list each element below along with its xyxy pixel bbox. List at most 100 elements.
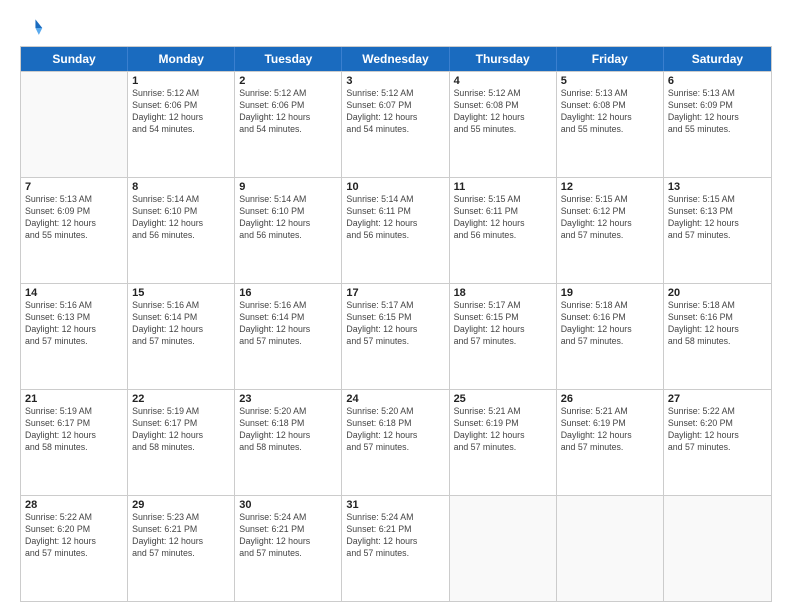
page: SundayMondayTuesdayWednesdayThursdayFrid… — [0, 0, 792, 612]
cell-info: Sunrise: 5:17 AM Sunset: 6:15 PM Dayligh… — [346, 300, 444, 348]
cell-day-number: 4 — [454, 75, 552, 87]
calendar-row: 7Sunrise: 5:13 AM Sunset: 6:09 PM Daylig… — [21, 177, 771, 283]
cell-day-number: 13 — [668, 181, 767, 193]
cell-day-number: 11 — [454, 181, 552, 193]
cell-day-number: 26 — [561, 393, 659, 405]
cell-info: Sunrise: 5:24 AM Sunset: 6:21 PM Dayligh… — [346, 512, 444, 560]
calendar-row: 21Sunrise: 5:19 AM Sunset: 6:17 PM Dayli… — [21, 389, 771, 495]
header-cell-tuesday: Tuesday — [235, 47, 342, 71]
cell-day-number: 1 — [132, 75, 230, 87]
cell-day-number: 9 — [239, 181, 337, 193]
calendar-cell: 30Sunrise: 5:24 AM Sunset: 6:21 PM Dayli… — [235, 496, 342, 601]
calendar-header: SundayMondayTuesdayWednesdayThursdayFrid… — [21, 47, 771, 71]
header — [20, 16, 772, 40]
cell-day-number: 29 — [132, 499, 230, 511]
calendar-cell: 26Sunrise: 5:21 AM Sunset: 6:19 PM Dayli… — [557, 390, 664, 495]
cell-info: Sunrise: 5:16 AM Sunset: 6:13 PM Dayligh… — [25, 300, 123, 348]
cell-day-number: 5 — [561, 75, 659, 87]
calendar-body: 1 Sunrise: 5:12 AM Sunset: 6:06 PM Daylig… — [21, 71, 771, 601]
header-cell-monday: Monday — [128, 47, 235, 71]
calendar-cell: 31Sunrise: 5:24 AM Sunset: 6:21 PM Dayli… — [342, 496, 449, 601]
cell-info: Sunrise: 5:12 AM Sunset: 6:06 PM Dayligh… — [239, 88, 337, 136]
header-cell-sunday: Sunday — [21, 47, 128, 71]
calendar-cell: 6Sunrise: 5:13 AM Sunset: 6:09 PM Daylig… — [664, 72, 771, 177]
cell-day-number: 21 — [25, 393, 123, 405]
calendar-cell: 5Sunrise: 5:13 AM Sunset: 6:08 PM Daylig… — [557, 72, 664, 177]
cell-day-number: 12 — [561, 181, 659, 193]
calendar-cell: 27Sunrise: 5:22 AM Sunset: 6:20 PM Dayli… — [664, 390, 771, 495]
cell-day-number: 19 — [561, 287, 659, 299]
calendar-cell: 11Sunrise: 5:15 AM Sunset: 6:11 PM Dayli… — [450, 178, 557, 283]
header-cell-friday: Friday — [557, 47, 664, 71]
cell-day-number: 27 — [668, 393, 767, 405]
calendar-cell — [21, 72, 128, 177]
calendar-cell: 4Sunrise: 5:12 AM Sunset: 6:08 PM Daylig… — [450, 72, 557, 177]
cell-info: Sunrise: 5:16 AM Sunset: 6:14 PM Dayligh… — [239, 300, 337, 348]
cell-day-number: 31 — [346, 499, 444, 511]
cell-info: Sunrise: 5:19 AM Sunset: 6:17 PM Dayligh… — [132, 406, 230, 454]
header-cell-wednesday: Wednesday — [342, 47, 449, 71]
calendar-cell: 25Sunrise: 5:21 AM Sunset: 6:19 PM Dayli… — [450, 390, 557, 495]
header-cell-thursday: Thursday — [450, 47, 557, 71]
calendar-cell: 24Sunrise: 5:20 AM Sunset: 6:18 PM Dayli… — [342, 390, 449, 495]
cell-info: Sunrise: 5:22 AM Sunset: 6:20 PM Dayligh… — [668, 406, 767, 454]
calendar-cell: 21Sunrise: 5:19 AM Sunset: 6:17 PM Dayli… — [21, 390, 128, 495]
calendar-cell — [664, 496, 771, 601]
cell-info: Sunrise: 5:17 AM Sunset: 6:15 PM Dayligh… — [454, 300, 552, 348]
calendar-cell: 1Sunrise: 5:12 AM Sunset: 6:06 PM Daylig… — [128, 72, 235, 177]
calendar-cell: 9Sunrise: 5:14 AM Sunset: 6:10 PM Daylig… — [235, 178, 342, 283]
cell-info: Sunrise: 5:20 AM Sunset: 6:18 PM Dayligh… — [239, 406, 337, 454]
cell-info: Sunrise: 5:22 AM Sunset: 6:20 PM Dayligh… — [25, 512, 123, 560]
calendar-row: 14Sunrise: 5:16 AM Sunset: 6:13 PM Dayli… — [21, 283, 771, 389]
logo-icon — [20, 16, 44, 40]
cell-info: Sunrise: 5:18 AM Sunset: 6:16 PM Dayligh… — [668, 300, 767, 348]
calendar-cell: 14Sunrise: 5:16 AM Sunset: 6:13 PM Dayli… — [21, 284, 128, 389]
cell-day-number: 10 — [346, 181, 444, 193]
calendar-cell: 20Sunrise: 5:18 AM Sunset: 6:16 PM Dayli… — [664, 284, 771, 389]
logo — [20, 16, 48, 40]
cell-info: Sunrise: 5:21 AM Sunset: 6:19 PM Dayligh… — [454, 406, 552, 454]
calendar-cell: 29Sunrise: 5:23 AM Sunset: 6:21 PM Dayli… — [128, 496, 235, 601]
cell-info: Sunrise: 5:13 AM Sunset: 6:09 PM Dayligh… — [668, 88, 767, 136]
calendar: SundayMondayTuesdayWednesdayThursdayFrid… — [20, 46, 772, 602]
cell-day-number: 20 — [668, 287, 767, 299]
cell-info: Sunrise: 5:16 AM Sunset: 6:14 PM Dayligh… — [132, 300, 230, 348]
calendar-cell: 10Sunrise: 5:14 AM Sunset: 6:11 PM Dayli… — [342, 178, 449, 283]
calendar-cell: 19Sunrise: 5:18 AM Sunset: 6:16 PM Dayli… — [557, 284, 664, 389]
cell-info: Sunrise: 5:18 AM Sunset: 6:16 PM Dayligh… — [561, 300, 659, 348]
cell-day-number: 18 — [454, 287, 552, 299]
cell-info: Sunrise: 5:13 AM Sunset: 6:08 PM Dayligh… — [561, 88, 659, 136]
cell-day-number: 28 — [25, 499, 123, 511]
calendar-cell: 8Sunrise: 5:14 AM Sunset: 6:10 PM Daylig… — [128, 178, 235, 283]
cell-info: Sunrise: 5:12 AM Sunset: 6:07 PM Dayligh… — [346, 88, 444, 136]
cell-day-number: 14 — [25, 287, 123, 299]
header-cell-saturday: Saturday — [664, 47, 771, 71]
cell-info: Sunrise: 5:15 AM Sunset: 6:12 PM Dayligh… — [561, 194, 659, 242]
cell-info: Sunrise: 5:24 AM Sunset: 6:21 PM Dayligh… — [239, 512, 337, 560]
calendar-cell: 13Sunrise: 5:15 AM Sunset: 6:13 PM Dayli… — [664, 178, 771, 283]
cell-info: Sunrise: 5:12 AM Sunset: 6:08 PM Dayligh… — [454, 88, 552, 136]
calendar-cell — [450, 496, 557, 601]
cell-day-number: 16 — [239, 287, 337, 299]
cell-info: Sunrise: 5:14 AM Sunset: 6:11 PM Dayligh… — [346, 194, 444, 242]
cell-info: Sunrise: 5:13 AM Sunset: 6:09 PM Dayligh… — [25, 194, 123, 242]
cell-day-number: 2 — [239, 75, 337, 87]
calendar-cell: 23Sunrise: 5:20 AM Sunset: 6:18 PM Dayli… — [235, 390, 342, 495]
cell-info: Sunrise: 5:20 AM Sunset: 6:18 PM Dayligh… — [346, 406, 444, 454]
calendar-cell: 17Sunrise: 5:17 AM Sunset: 6:15 PM Dayli… — [342, 284, 449, 389]
calendar-cell: 3Sunrise: 5:12 AM Sunset: 6:07 PM Daylig… — [342, 72, 449, 177]
cell-day-number: 23 — [239, 393, 337, 405]
cell-day-number: 25 — [454, 393, 552, 405]
calendar-cell: 12Sunrise: 5:15 AM Sunset: 6:12 PM Dayli… — [557, 178, 664, 283]
cell-day-number: 17 — [346, 287, 444, 299]
calendar-cell — [557, 496, 664, 601]
calendar-cell: 15Sunrise: 5:16 AM Sunset: 6:14 PM Dayli… — [128, 284, 235, 389]
calendar-cell: 28Sunrise: 5:22 AM Sunset: 6:20 PM Dayli… — [21, 496, 128, 601]
calendar-row: 28Sunrise: 5:22 AM Sunset: 6:20 PM Dayli… — [21, 495, 771, 601]
cell-day-number: 30 — [239, 499, 337, 511]
cell-day-number: 7 — [25, 181, 123, 193]
cell-info: Sunrise: 5:14 AM Sunset: 6:10 PM Dayligh… — [132, 194, 230, 242]
cell-day-number: 3 — [346, 75, 444, 87]
cell-info: Sunrise: 5:19 AM Sunset: 6:17 PM Dayligh… — [25, 406, 123, 454]
cell-info: Sunrise: 5:23 AM Sunset: 6:21 PM Dayligh… — [132, 512, 230, 560]
